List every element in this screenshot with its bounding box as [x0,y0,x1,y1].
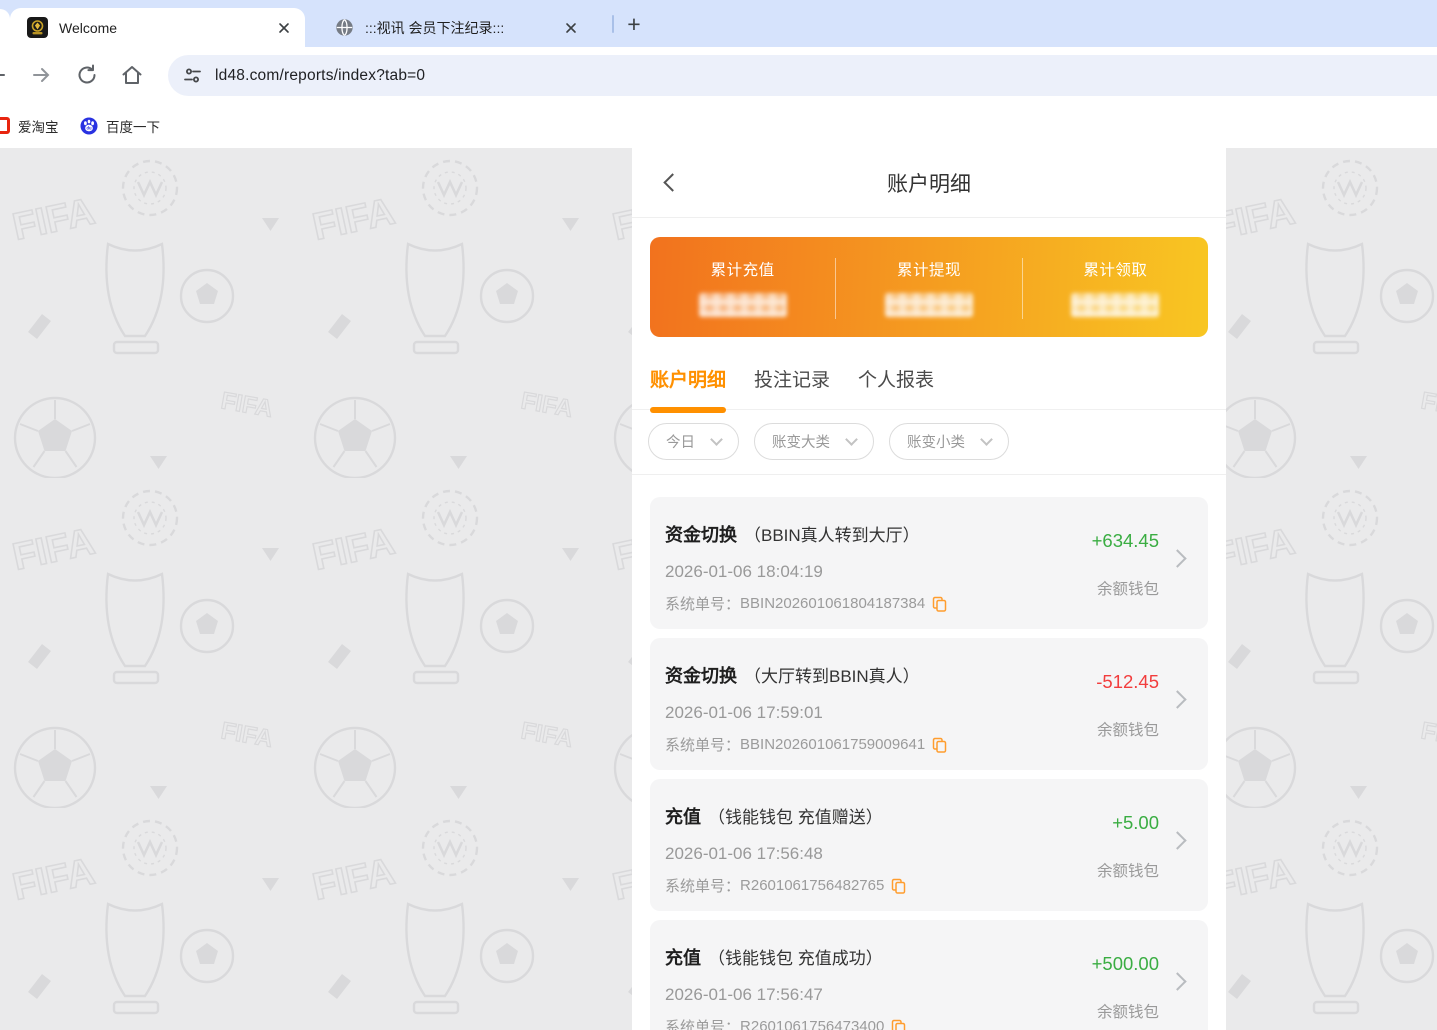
bookmark-aitaobao[interactable]: 爱淘宝 [0,103,59,148]
transaction-wallet: 余额钱包 [1097,577,1159,599]
copy-icon[interactable] [932,596,947,612]
filter-label: 今日 [666,431,695,452]
transaction-amount: -512.45 [1096,671,1159,693]
browser-tab-strip: Welcome :::视讯 会员下注纪录::: + [0,0,1437,47]
transaction-amount: +500.00 [1092,953,1159,975]
summary-label: 累计充值 [711,258,775,280]
summary-column: 累计领取 [1023,237,1208,337]
bookmarks-bar: 爱淘宝 du 百度一下 [0,103,1437,148]
page-content-area: FIFA FIFA 账户明细 [0,148,1437,1030]
transaction-list: 资金切换（BBIN真人转到大厅） 2026-01-06 18:04:19 系统单… [632,475,1226,1030]
filter-dropdown[interactable]: 账变大类 [754,423,874,460]
filter-row: 今日 账变大类 账变小类 [632,410,1226,475]
page-title: 账户明细 [632,148,1226,218]
report-tab-active[interactable]: 账户明细 [650,351,726,410]
back-icon[interactable] [0,63,8,87]
transaction-wallet: 余额钱包 [1097,718,1159,740]
tab-title: :::视讯 会员下注纪录::: [365,18,562,38]
new-tab-button[interactable]: + [620,10,648,38]
summary-column: 累计充值 [650,237,835,337]
chevron-down-icon [710,433,723,446]
transaction-type: 资金切换 [665,525,737,545]
report-tabs: 账户明细投注记录个人报表 [632,351,1226,410]
order-number: BBIN202601061759009641 [740,736,925,753]
tab-close-icon[interactable] [275,19,293,37]
transaction-wallet: 余额钱包 [1097,859,1159,881]
welcome-tab-favicon [27,17,48,38]
order-prefix: 系统单号： [665,734,740,755]
report-tab-inactive[interactable]: 个人报表 [858,351,934,410]
order-number: BBIN202601061804187384 [740,595,925,612]
address-bar[interactable]: ld48.com/reports/index?tab=0 [168,55,1437,96]
bookmark-label: 百度一下 [106,116,160,136]
copy-icon[interactable] [891,1019,906,1030]
chevron-down-icon [845,433,858,446]
offscreen-tab-fragment [0,9,10,47]
summary-label: 累计提现 [897,258,961,280]
transaction-card[interactable]: 资金切换（大厅转到BBIN真人） 2026-01-06 17:59:01 系统单… [650,638,1208,770]
report-panel: 账户明细 累计充值 累计提现 累计领取 账户明细投注记录个人报表 今日 账变大类… [632,148,1226,1030]
transaction-card[interactable]: 充值（钱能钱包 充值赠送） 2026-01-06 17:56:48 系统单号：R… [650,779,1208,911]
globe-icon [335,18,354,37]
filter-dropdown[interactable]: 今日 [648,423,739,460]
transaction-card[interactable]: 资金切换（BBIN真人转到大厅） 2026-01-06 18:04:19 系统单… [650,497,1208,629]
copy-icon[interactable] [932,737,947,753]
order-number: R2601061756473400 [740,1018,884,1030]
transaction-card[interactable]: 充值（钱能钱包 充值成功） 2026-01-06 17:56:47 系统单号：R… [650,920,1208,1030]
bookmark-label: 爱淘宝 [18,116,59,136]
copy-icon[interactable] [891,878,906,894]
transaction-type: 资金切换 [665,666,737,686]
site-settings-icon[interactable] [183,66,202,85]
filter-dropdown[interactable]: 账变小类 [889,423,1009,460]
transaction-detail: （BBIN真人转到大厅） [744,526,920,545]
transaction-detail: （大厅转到BBIN真人） [744,667,920,686]
report-tab-inactive[interactable]: 投注记录 [754,351,830,410]
bookmark-baidu[interactable]: du 百度一下 [80,103,160,148]
transaction-amount: +634.45 [1092,530,1159,552]
taobao-icon [0,117,10,134]
baidu-icon: du [80,117,98,135]
chevron-down-icon [980,433,993,446]
svg-text:du: du [86,125,92,130]
summary-masked-value [699,293,787,317]
reload-icon[interactable] [75,63,99,87]
tab-title: Welcome [59,20,275,36]
page-header: 账户明细 [632,148,1226,218]
transaction-type: 充值 [665,807,701,827]
filter-label: 账变大类 [772,431,830,452]
transaction-detail: （钱能钱包 充值成功） [708,949,883,968]
tab-divider [612,15,614,33]
transaction-amount: +5.00 [1112,812,1159,834]
browser-tab-records[interactable]: :::视讯 会员下注纪录::: [318,8,592,47]
forward-icon[interactable] [30,63,54,87]
totals-summary-card: 累计充值 累计提现 累计领取 [650,237,1208,337]
summary-masked-value [885,293,973,317]
transaction-wallet: 余额钱包 [1097,1000,1159,1022]
summary-label: 累计领取 [1083,258,1147,280]
browser-toolbar: ld48.com/reports/index?tab=0 [0,47,1437,103]
home-icon[interactable] [120,63,144,87]
order-number: R2601061756482765 [740,877,884,894]
transaction-detail: （钱能钱包 充值赠送） [708,808,883,827]
summary-masked-value [1071,293,1159,317]
tab-close-icon[interactable] [562,19,580,37]
order-prefix: 系统单号： [665,593,740,614]
order-prefix: 系统单号： [665,875,740,896]
browser-tab-welcome[interactable]: Welcome [10,8,305,47]
url-text[interactable]: ld48.com/reports/index?tab=0 [215,67,425,85]
summary-column: 累计提现 [836,237,1021,337]
transaction-type: 充值 [665,948,701,968]
filter-label: 账变小类 [907,431,965,452]
order-prefix: 系统单号： [665,1016,740,1030]
